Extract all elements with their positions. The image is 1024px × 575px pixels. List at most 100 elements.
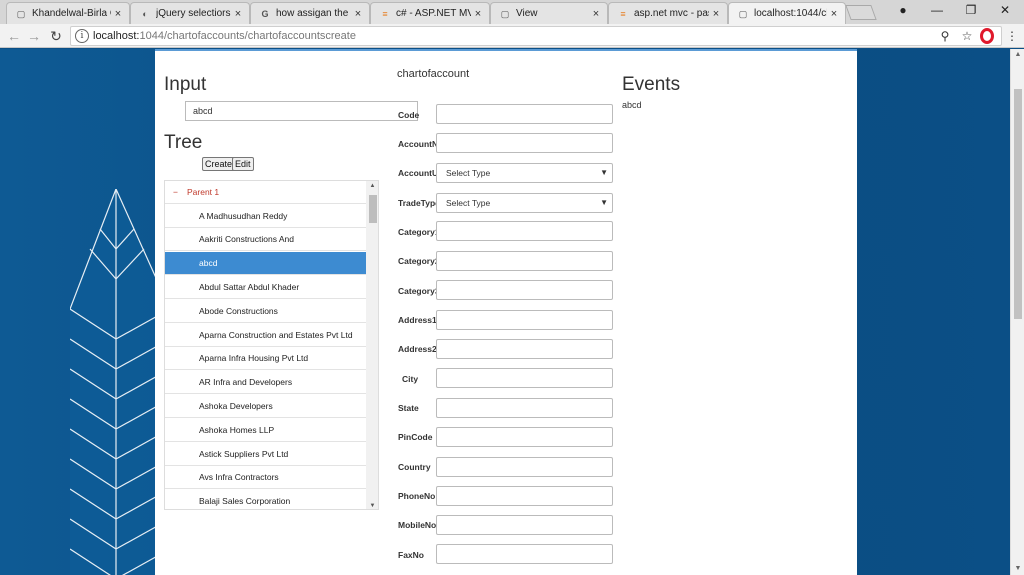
tree-node[interactable]: Abode Constructions: [165, 300, 366, 323]
edit-button[interactable]: Edit: [232, 157, 254, 171]
close-icon[interactable]: ×: [471, 8, 485, 20]
field-label: Category3: [398, 286, 438, 296]
collapse-icon[interactable]: −: [173, 181, 187, 203]
tree-node[interactable]: Astick Suppliers Pvt Ltd: [165, 443, 366, 466]
country-input[interactable]: [436, 457, 613, 477]
field-label: TradeType: [398, 198, 438, 208]
scroll-up-icon[interactable]: ▲: [366, 181, 378, 191]
url-input[interactable]: i localhost:1044/chartofaccounts/chartof…: [70, 26, 1002, 46]
tab-title: Khandelwal-Birla G: [32, 8, 111, 19]
account-tree: − Parent 1 A Madhusudhan Reddy Aakriti Co…: [164, 180, 379, 510]
back-icon[interactable]: ←: [4, 26, 24, 46]
address2-input[interactable]: [436, 339, 613, 359]
close-icon[interactable]: ×: [351, 8, 365, 20]
panel-top-border: [155, 49, 857, 51]
field-label: Address1: [398, 315, 437, 325]
code-input[interactable]: [436, 104, 613, 124]
stackoverflow-icon: ≡: [620, 8, 626, 19]
field-label: FaxNo: [398, 550, 424, 560]
browser-tab[interactable]: ▢ Khandelwal-Birla G ×: [6, 2, 130, 24]
restore-icon[interactable]: ❐: [954, 0, 988, 22]
pincode-input[interactable]: [436, 427, 613, 447]
new-tab-button[interactable]: [845, 5, 877, 20]
close-icon[interactable]: ×: [589, 8, 603, 20]
state-input[interactable]: [436, 398, 613, 418]
star-icon[interactable]: ☆: [959, 28, 975, 44]
field-label: PinCode: [398, 432, 433, 442]
form-title: chartofaccount: [397, 68, 470, 80]
browser-tab[interactable]: ≡ c# - ASP.NET MVC ×: [370, 2, 490, 24]
tree-node[interactable]: Ashoka Developers: [165, 395, 366, 418]
select-value: Select Type: [446, 168, 491, 178]
field-label: PhoneNo: [398, 491, 436, 501]
trade-type-select[interactable]: Select Type ▼: [436, 193, 613, 213]
tree-node[interactable]: Aparna Construction and Estates Pvt Ltd: [165, 324, 366, 347]
city-input[interactable]: [436, 368, 613, 388]
page-scrollbar[interactable]: ▲ ▼: [1010, 49, 1024, 575]
address1-input[interactable]: [436, 310, 613, 330]
tree-node[interactable]: Balaji Sales Corporation: [165, 490, 366, 509]
tree-node[interactable]: Abdul Sattar Abdul Khader: [165, 276, 366, 299]
select-value: Select Type: [446, 198, 491, 208]
opera-icon[interactable]: [980, 28, 994, 44]
account-under-select[interactable]: Select Type ▼: [436, 163, 613, 183]
field-label: State: [398, 403, 419, 413]
close-icon[interactable]: ×: [709, 8, 723, 20]
browser-tab[interactable]: ▢ View ×: [490, 2, 608, 24]
fax-input[interactable]: [436, 544, 613, 564]
url-path: 1044/chartofaccounts/chartofaccountscrea…: [139, 30, 356, 42]
category3-input[interactable]: [436, 280, 613, 300]
scroll-down-icon[interactable]: ▼: [366, 501, 378, 509]
content-panel: Input abcd Tree Create Edit − Parent 1 A …: [155, 49, 857, 575]
browser-tab[interactable]: ◐ jQuery selectiors in ×: [130, 2, 250, 24]
page-icon: ▢: [500, 8, 510, 19]
tree-scrollbar[interactable]: ▲ ▼: [366, 181, 378, 509]
create-button[interactable]: Create: [202, 157, 236, 171]
window-close-icon[interactable]: ✕: [988, 0, 1022, 22]
field-label: MobileNo: [398, 520, 437, 530]
profile-icon[interactable]: ●: [886, 0, 920, 22]
scroll-down-icon[interactable]: ▼: [1011, 563, 1024, 575]
scroll-up-icon[interactable]: ▲: [1011, 49, 1024, 61]
tab-title: how assigan the va: [276, 8, 351, 19]
tree-scrollbar-thumb[interactable]: [369, 195, 377, 223]
field-label: Category1: [398, 227, 438, 237]
phone-input[interactable]: [436, 486, 613, 506]
forward-icon[interactable]: →: [24, 26, 44, 46]
field-label: Category2: [398, 256, 438, 266]
tree-node[interactable]: Aparna Infra Housing Pvt Ltd: [165, 347, 366, 370]
page-scrollbar-thumb[interactable]: [1014, 89, 1022, 319]
reload-icon[interactable]: ↻: [46, 26, 66, 46]
events-heading: Events: [622, 74, 681, 95]
field-label: Country: [398, 462, 431, 472]
category1-input[interactable]: [436, 221, 613, 241]
jquery-icon: ◐: [142, 8, 148, 19]
tree-node[interactable]: Aakriti Constructions And: [165, 228, 366, 251]
browser-tab[interactable]: G how assigan the va ×: [250, 2, 370, 24]
close-icon[interactable]: ×: [231, 8, 245, 20]
mobile-input[interactable]: [436, 515, 613, 535]
category2-input[interactable]: [436, 251, 613, 271]
tree-node[interactable]: Avs Infra Contractors: [165, 466, 366, 489]
tree-parent-node[interactable]: − Parent 1: [165, 181, 366, 204]
zoom-icon[interactable]: ⚲: [937, 28, 953, 44]
field-label: Address2: [398, 344, 437, 354]
tree-parent-label: Parent 1: [187, 187, 220, 197]
close-icon[interactable]: ×: [827, 8, 841, 20]
events-log: abcd: [622, 100, 642, 110]
page-icon: ▢: [16, 8, 26, 19]
close-icon[interactable]: ×: [111, 8, 125, 20]
input-heading: Input: [164, 74, 207, 95]
tree-node-selected[interactable]: abcd: [165, 252, 366, 275]
account-name-input[interactable]: [436, 133, 613, 153]
name-input[interactable]: abcd: [185, 101, 418, 121]
tree-node[interactable]: Ashoka Homes LLP: [165, 419, 366, 442]
minimize-icon[interactable]: —: [920, 0, 954, 22]
info-icon[interactable]: i: [75, 29, 89, 43]
browser-tab-active[interactable]: ▢ localhost:1044/cha ×: [728, 2, 846, 24]
browser-tab[interactable]: ≡ asp.net mvc - pass ×: [608, 2, 728, 24]
tree-node[interactable]: A Madhusudhan Reddy: [165, 205, 366, 228]
tree-node[interactable]: AR Infra and Developers: [165, 371, 366, 394]
browser-menu-icon[interactable]: ⋮: [1006, 27, 1018, 45]
url-host: localhost:: [93, 30, 140, 42]
